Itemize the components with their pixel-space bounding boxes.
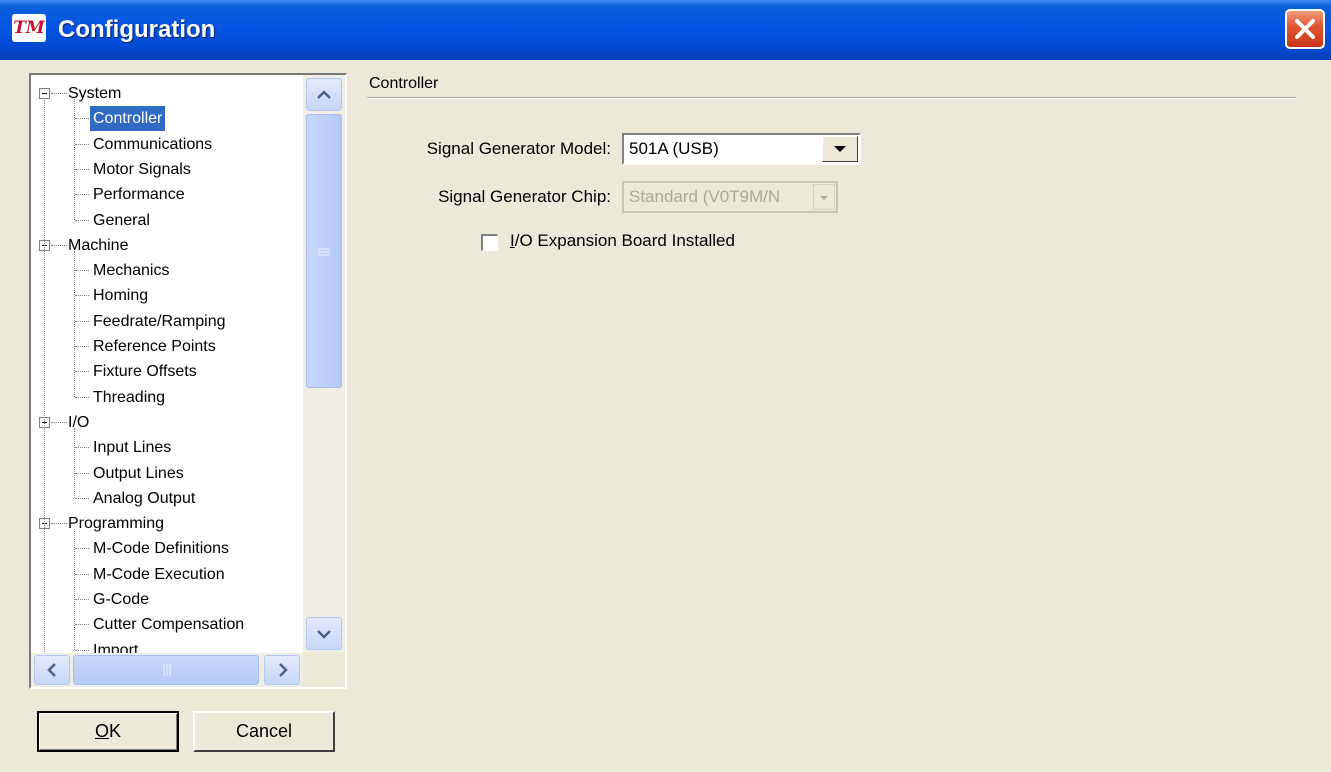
scroll-right-button[interactable]	[264, 655, 300, 685]
tree-item-label: M-Code Execution	[93, 565, 225, 583]
configuration-window: TM Configuration System Controller Communi…	[0, 0, 1331, 772]
scroll-down-button[interactable]	[306, 617, 342, 650]
ok-label-rest: K	[109, 721, 122, 741]
ok-label-mnemonic: O	[94, 721, 109, 741]
section-divider	[367, 97, 1296, 99]
chevron-up-icon	[317, 90, 331, 99]
tree-item-label: Motor Signals	[93, 160, 191, 178]
tree-item-label: M-Code Definitions	[93, 540, 230, 558]
tree-root-line	[44, 100, 45, 653]
collapse-icon[interactable]	[39, 88, 50, 99]
tree-connector	[75, 472, 89, 474]
tree-connector	[75, 599, 89, 600]
close-button[interactable]	[1285, 9, 1325, 49]
tree-item-label: Mechanics	[93, 262, 170, 280]
io-expansion-label-rest: /O Expansion Board Installed	[514, 231, 735, 250]
horizontal-scrollbar[interactable]	[31, 653, 303, 687]
tree-connector	[75, 371, 89, 373]
tree-connector	[75, 320, 89, 322]
signal-generator-chip-select[interactable]: Standard (V0T9M/N	[622, 181, 838, 213]
tree-connector	[75, 219, 89, 221]
tree-connector	[75, 396, 89, 398]
tree-connector	[75, 548, 89, 550]
tree-item-label: Output Lines	[93, 464, 184, 482]
tree-connector	[51, 421, 67, 423]
io-expansion-label[interactable]: I/O Expansion Board Installed	[510, 231, 735, 251]
tree-item-label: Fixture Offsets	[93, 363, 197, 381]
tree-item-label: Cutter Compensation	[93, 616, 245, 634]
close-icon	[1295, 19, 1315, 39]
tree-connector	[51, 244, 67, 246]
chevron-left-icon	[47, 663, 56, 677]
io-expansion-checkbox[interactable]	[481, 234, 498, 251]
tree-item-label: Homing	[93, 287, 149, 305]
vertical-scroll-thumb[interactable]	[306, 114, 342, 388]
tree-guide-line	[74, 427, 75, 498]
dropdown-arrow-icon	[820, 196, 828, 200]
tree-item-label: Communications	[93, 135, 213, 153]
app-logo: TM	[12, 14, 46, 42]
grip-icon	[163, 664, 171, 676]
signal-generator-chip-label: Signal Generator Chip:	[438, 187, 611, 206]
tree-item-label: Threading	[93, 388, 166, 406]
signal-generator-model-select[interactable]: 501A (USB)	[622, 133, 861, 165]
tree-group-label: Programming	[68, 515, 165, 533]
tree-guide-line	[74, 99, 75, 220]
grip-icon	[318, 248, 330, 256]
tree-connector	[75, 295, 89, 297]
signal-generator-model-value: 501A (USB)	[629, 139, 719, 158]
cancel-button-label: Cancel	[235, 721, 293, 741]
tree-connector	[75, 143, 89, 145]
tree-connector	[51, 93, 67, 94]
tree-connector	[75, 118, 89, 120]
ok-button[interactable]: OK	[37, 711, 179, 752]
chevron-right-icon	[279, 663, 288, 677]
tree-group-label: System	[68, 85, 122, 102]
settings-tree[interactable]: System Controller Communications Motor Sign…	[29, 73, 347, 689]
tree-item-label: Controller	[88, 105, 167, 133]
tree-connector	[51, 523, 67, 525]
tree-item-label: Import	[93, 641, 139, 653]
tree-connector	[75, 447, 89, 449]
cancel-button[interactable]: Cancel	[193, 711, 335, 752]
vertical-scrollbar[interactable]	[303, 75, 345, 653]
dropdown-arrow-icon	[834, 146, 846, 152]
tree-connector	[75, 346, 89, 347]
scroll-left-button[interactable]	[34, 655, 70, 685]
tree-connector	[75, 649, 89, 651]
tree-guide-line	[74, 529, 75, 650]
window-title: Configuration	[58, 16, 216, 43]
ok-button-label: OK	[39, 713, 177, 750]
tree-item-label: Analog Output	[93, 489, 196, 507]
tree-group-label: Machine	[68, 236, 129, 254]
dropdown-button[interactable]	[822, 136, 858, 162]
chevron-down-icon	[317, 630, 331, 639]
horizontal-scroll-thumb[interactable]	[73, 655, 259, 685]
dropdown-button[interactable]	[813, 184, 835, 210]
tree-connector	[75, 194, 89, 196]
tree-viewport: System Controller Communications Motor Sign…	[31, 75, 303, 653]
tree-group-label: I/O	[68, 413, 90, 431]
signal-generator-model-label: Signal Generator Model:	[426, 139, 611, 158]
tree-connector	[75, 573, 89, 575]
tree-item-label: G-Code	[93, 591, 150, 608]
tree-item-label: Input Lines	[93, 439, 172, 457]
tree-item-label: Reference Points	[93, 338, 216, 355]
tree-item-label: General	[93, 211, 150, 229]
scroll-up-button[interactable]	[306, 78, 342, 111]
tree-item-label: Performance	[93, 186, 185, 204]
tree-connector	[75, 168, 89, 170]
scrollbar-corner	[303, 653, 345, 687]
tree-connector	[75, 270, 89, 272]
tree-connector	[75, 497, 89, 499]
tree-connector	[75, 624, 89, 626]
signal-generator-chip-value: Standard (V0T9M/N	[629, 187, 781, 206]
section-title: Controller	[369, 75, 439, 92]
app-logo-text: TM	[13, 18, 45, 38]
tree-item-label: Feedrate/Ramping	[93, 312, 226, 330]
title-bar[interactable]: TM Configuration	[0, 0, 1331, 60]
tree-guide-line	[74, 250, 75, 397]
